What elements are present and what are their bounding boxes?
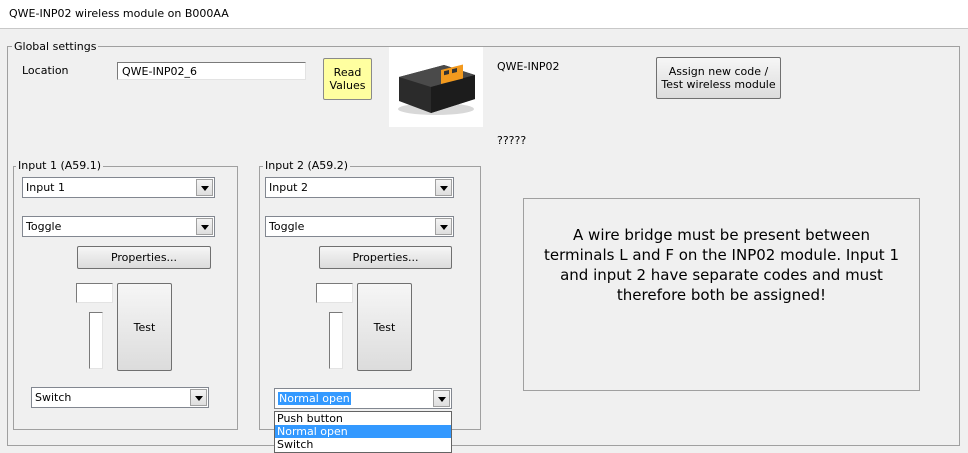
input1-test-label: Test bbox=[133, 320, 156, 334]
dropdown-option-switch[interactable]: Switch bbox=[275, 438, 451, 451]
input1-name-value: Input 1 bbox=[26, 181, 65, 194]
input1-properties-label: Properties... bbox=[110, 251, 178, 264]
input2-test-label: Test bbox=[373, 320, 396, 334]
dropdown-option-normal-open[interactable]: Normal open bbox=[275, 425, 451, 438]
chevron-down-icon[interactable] bbox=[435, 218, 452, 235]
dropdown-option-push-button[interactable]: Push button bbox=[275, 412, 451, 425]
input2-mode-select[interactable]: Toggle bbox=[265, 216, 454, 237]
read-values-label: Read Values bbox=[329, 66, 366, 92]
module-image bbox=[389, 47, 483, 127]
input2-group-label: Input 2 (A59.2) bbox=[263, 159, 351, 172]
info-text: A wire bridge must be present between te… bbox=[543, 226, 900, 304]
chevron-down-icon[interactable] bbox=[190, 389, 207, 406]
location-label: Location bbox=[22, 64, 69, 77]
title-bar: QWE-INP02 wireless module on B000AA bbox=[0, 0, 968, 29]
window-title: QWE-INP02 wireless module on B000AA bbox=[9, 7, 229, 20]
input1-level-bar bbox=[89, 312, 103, 369]
input2-code-field[interactable] bbox=[316, 283, 353, 303]
chevron-down-icon[interactable] bbox=[433, 390, 450, 407]
input1-properties-button[interactable]: Properties... bbox=[77, 246, 211, 269]
input1-type-value: Switch bbox=[35, 391, 72, 404]
input1-mode-value: Toggle bbox=[26, 220, 62, 233]
input2-properties-button[interactable]: Properties... bbox=[319, 246, 452, 269]
location-input[interactable]: QWE-INP02_6 bbox=[117, 62, 306, 80]
input2-name-select[interactable]: Input 2 bbox=[265, 177, 454, 198]
input1-code-field[interactable] bbox=[76, 283, 113, 303]
input1-mode-select[interactable]: Toggle bbox=[22, 216, 215, 237]
input1-group-label: Input 1 (A59.1) bbox=[16, 159, 104, 172]
chevron-down-icon[interactable] bbox=[196, 179, 213, 196]
global-settings-label: Global settings bbox=[12, 40, 99, 53]
input1-type-select[interactable]: Switch bbox=[31, 387, 209, 408]
input2-name-value: Input 2 bbox=[269, 181, 308, 194]
input2-type-dropdown-list: Push button Normal open Switch bbox=[274, 411, 452, 453]
input1-name-select[interactable]: Input 1 bbox=[22, 177, 215, 198]
assign-code-label: Assign new code / Test wireless module bbox=[661, 65, 776, 91]
chevron-down-icon[interactable] bbox=[435, 179, 452, 196]
input2-type-select[interactable]: Normal open bbox=[274, 388, 452, 409]
input2-level-bar bbox=[329, 312, 343, 369]
model-name: QWE-INP02 bbox=[497, 60, 560, 73]
input2-test-button[interactable]: Test bbox=[357, 283, 412, 371]
assign-code-button[interactable]: Assign new code / Test wireless module bbox=[656, 57, 781, 99]
input1-test-button[interactable]: Test bbox=[117, 283, 172, 371]
location-value: QWE-INP02_6 bbox=[122, 65, 198, 78]
input2-properties-label: Properties... bbox=[352, 251, 419, 264]
module-window: QWE-INP02 wireless module on B000AA Glob… bbox=[0, 0, 968, 453]
info-box: A wire bridge must be present between te… bbox=[523, 198, 920, 391]
chevron-down-icon[interactable] bbox=[196, 218, 213, 235]
input2-type-value: Normal open bbox=[278, 392, 351, 405]
input2-mode-value: Toggle bbox=[269, 220, 305, 233]
read-values-button[interactable]: Read Values bbox=[323, 58, 372, 100]
status-text: ????? bbox=[497, 134, 527, 147]
